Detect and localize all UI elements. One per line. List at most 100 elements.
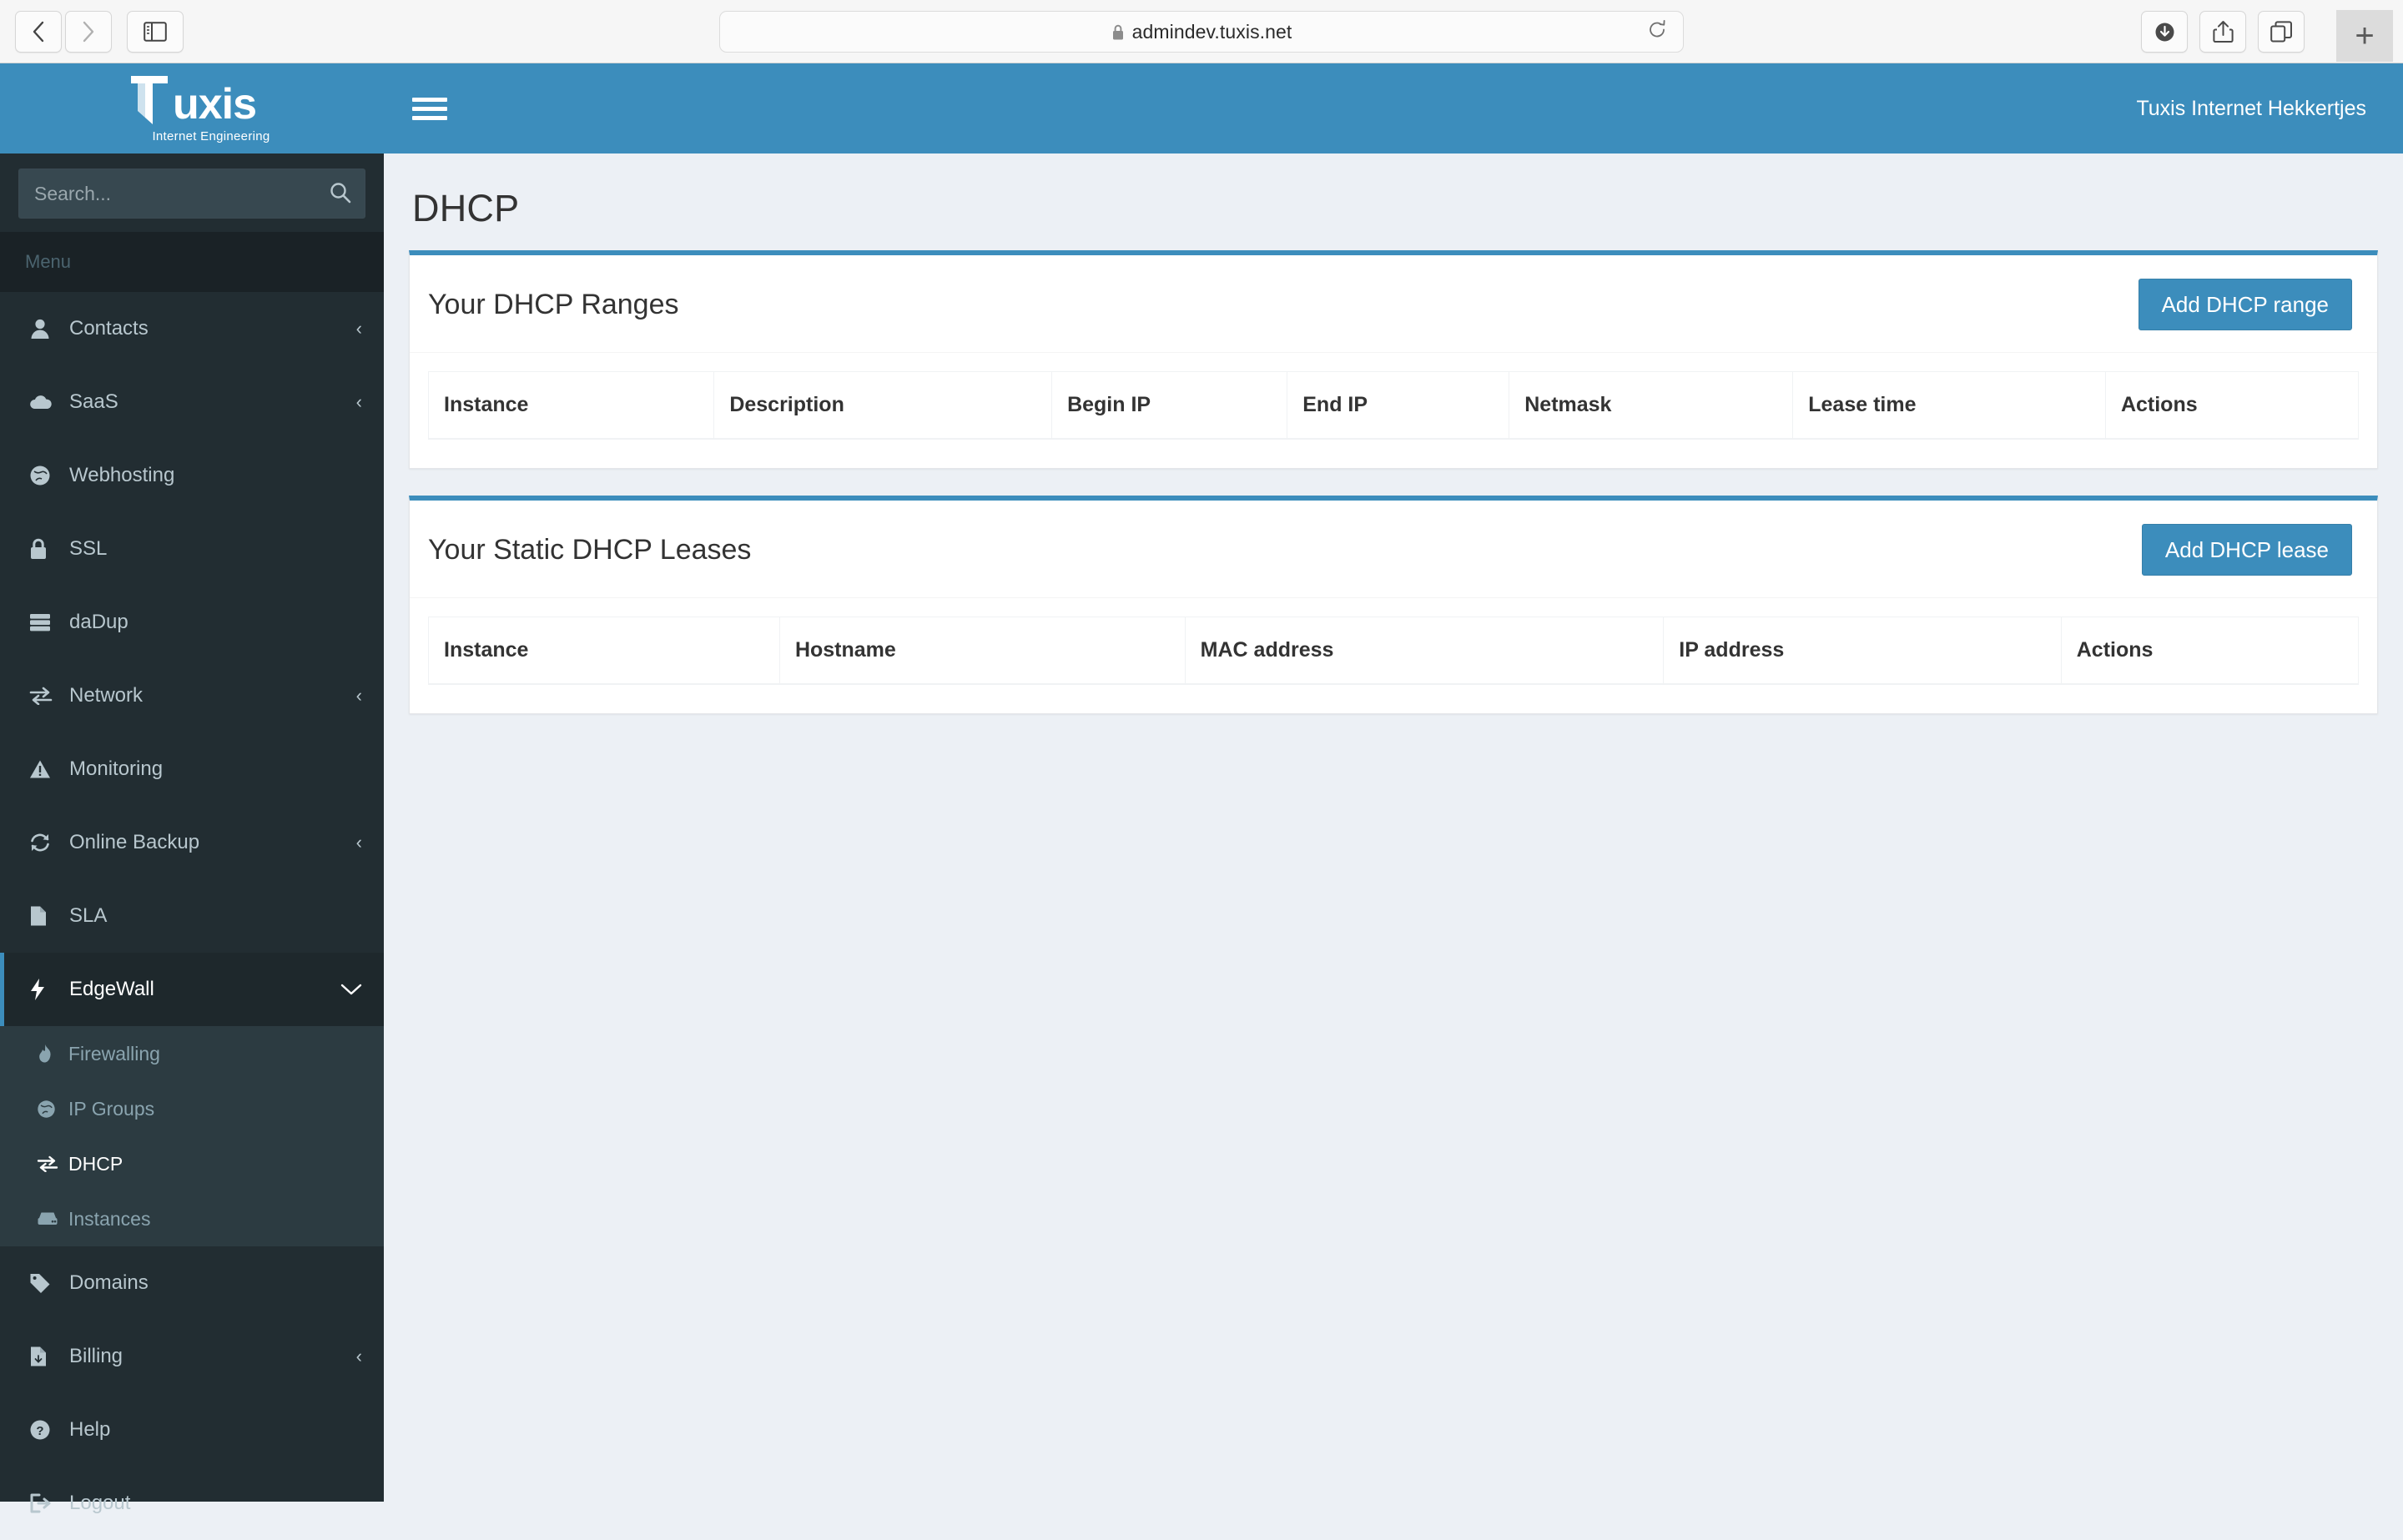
browser-actions-group [2141,11,2305,53]
column-header-lease-time[interactable]: Lease time [1792,371,2106,440]
page-title: DHCP [412,187,520,229]
sidebar-item-label: EdgeWall [69,978,154,1000]
sidebar-item-edgewall[interactable]: EdgeWall [0,953,384,1026]
fire-icon [37,1044,68,1064]
column-header-begin-ip[interactable]: Begin IP [1051,371,1288,440]
sign-out-icon [29,1493,64,1513]
column-header-instance[interactable]: Instance [428,617,780,685]
sidebar-item-label: Webhosting [69,464,175,486]
tuxis-t-mark-icon [128,74,171,126]
address-bar[interactable]: admindev.tuxis.net [719,11,1684,53]
sidebar-subitem-instances[interactable]: Instances [0,1191,384,1246]
sidebar-menu-header: Menu [0,232,384,292]
column-header-end-ip[interactable]: End IP [1287,371,1510,440]
forward-button[interactable] [65,10,112,53]
logo-word: uxis [172,80,257,128]
static-dhcp-leases-table: Instance Hostname MAC address IP address… [428,617,2360,685]
sidebar-item-contacts[interactable]: Contacts ‹ [0,292,384,365]
sidebar-toggle-button[interactable] [127,10,184,53]
download-icon [2154,21,2176,43]
sidebar-nav-list: Contacts ‹ SaaS ‹ Webhosting SSL daDup N… [0,292,384,1540]
sidebar-item-label: SLA [69,904,108,927]
logo-graphic: uxis Internet Engineering [113,74,270,143]
panel-title: Your Static DHCP Leases [428,533,752,566]
sidebar-item-help[interactable]: ? Help [0,1393,384,1467]
sidebar-item-monitoring[interactable]: Monitoring [0,732,384,806]
plus-icon: + [2355,18,2375,54]
warning-icon [29,759,64,779]
table-container: Instance Description Begin IP End IP Net… [410,353,2377,468]
add-dhcp-lease-button[interactable]: Add DHCP lease [2141,524,2352,576]
sidebar-item-logout[interactable]: Logout [0,1467,384,1540]
chevron-left-icon: ‹ [355,318,362,339]
hamburger-icon[interactable] [412,93,447,125]
chevron-right-icon [80,20,97,43]
panel-header: Your Static DHCP Leases Add DHCP lease [410,501,2377,598]
tab-overview-icon [2270,21,2293,43]
sidebar-item-label: Logout [69,1492,131,1514]
sidebar-search-area [0,153,384,232]
exchange-icon [29,687,64,705]
new-tab-button[interactable]: + [2336,10,2393,62]
chevron-down-icon [340,983,362,996]
sidebar-item-saas[interactable]: SaaS ‹ [0,365,384,439]
top-navbar: Tuxis Internet Hekkertjes [384,63,2403,153]
cloud-icon [29,394,64,410]
tab-overview-button[interactable] [2258,11,2305,53]
downloads-button[interactable] [2141,11,2188,53]
address-bar-container: admindev.tuxis.net [719,11,1684,53]
table-head: Instance Hostname MAC address IP address… [428,617,2360,685]
logo-wordmark-row: uxis [128,74,257,128]
refresh-icon [29,832,64,853]
lock-icon [29,538,64,560]
panel-static-dhcp-leases: Your Static DHCP Leases Add DHCP lease I… [409,496,2378,714]
sidebar-item-label: Contacts [69,317,149,340]
add-dhcp-range-button[interactable]: Add DHCP range [2138,279,2352,330]
column-header-mac-address[interactable]: MAC address [1184,617,1665,685]
sidebar-subitem-label: Firewalling [68,1042,160,1064]
chevron-left-icon [30,20,47,43]
browser-nav-group [15,10,112,53]
hamburger-bar [412,106,447,111]
reload-icon[interactable] [1646,19,1668,45]
column-header-description[interactable]: Description [713,371,1053,440]
sidebar-subitem-dhcp[interactable]: DHCP [0,1136,384,1191]
svg-text:?: ? [36,1424,43,1438]
column-header-actions[interactable]: Actions [2060,617,2360,685]
question-icon: ? [29,1419,64,1441]
back-button[interactable] [15,10,62,53]
logo-tagline: Internet Engineering [152,129,270,143]
brand-logo[interactable]: uxis Internet Engineering [0,63,384,153]
column-header-ip-address[interactable]: IP address [1663,617,2062,685]
sidebar-item-label: Domains [69,1271,149,1294]
panel-header: Your DHCP Ranges Add DHCP range [410,255,2377,353]
sidebar-item-label: Network [69,684,144,707]
sidebar-subitem-firewalling[interactable]: Firewalling [0,1026,384,1081]
file-invoice-icon [29,1346,64,1367]
sidebar-item-sla[interactable]: SLA [0,879,384,953]
sidebar-item-dadup[interactable]: daDup [0,586,384,659]
search-input[interactable] [19,169,316,218]
search-submit-button[interactable] [316,169,365,218]
sidebar-subitem-ip-groups[interactable]: IP Groups [0,1081,384,1136]
sidebar-item-domains[interactable]: Domains [0,1246,384,1320]
sidebar-item-billing[interactable]: Billing ‹ [0,1320,384,1393]
sidebar-item-webhosting[interactable]: Webhosting [0,439,384,512]
share-button[interactable] [2199,11,2246,53]
sidebar-subitem-label: Instances [68,1207,151,1230]
sidebar-item-network[interactable]: Network ‹ [0,659,384,732]
chevron-left-icon: ‹ [355,1346,362,1366]
account-name[interactable]: Tuxis Internet Hekkertjes [2136,97,2366,121]
tag-icon [29,1272,64,1294]
column-header-actions[interactable]: Actions [2104,371,2360,440]
column-header-netmask[interactable]: Netmask [1509,371,1794,440]
globe-icon [37,1100,68,1119]
column-header-hostname[interactable]: Hostname [778,617,1186,685]
sidebar-item-online-backup[interactable]: Online Backup ‹ [0,806,384,879]
chevron-left-icon: ‹ [355,832,362,853]
search-box[interactable] [18,169,365,219]
sidebar-item-ssl[interactable]: SSL [0,512,384,586]
chevron-left-icon: ‹ [355,391,362,412]
hamburger-bar [412,97,447,102]
column-header-instance[interactable]: Instance [427,371,715,440]
